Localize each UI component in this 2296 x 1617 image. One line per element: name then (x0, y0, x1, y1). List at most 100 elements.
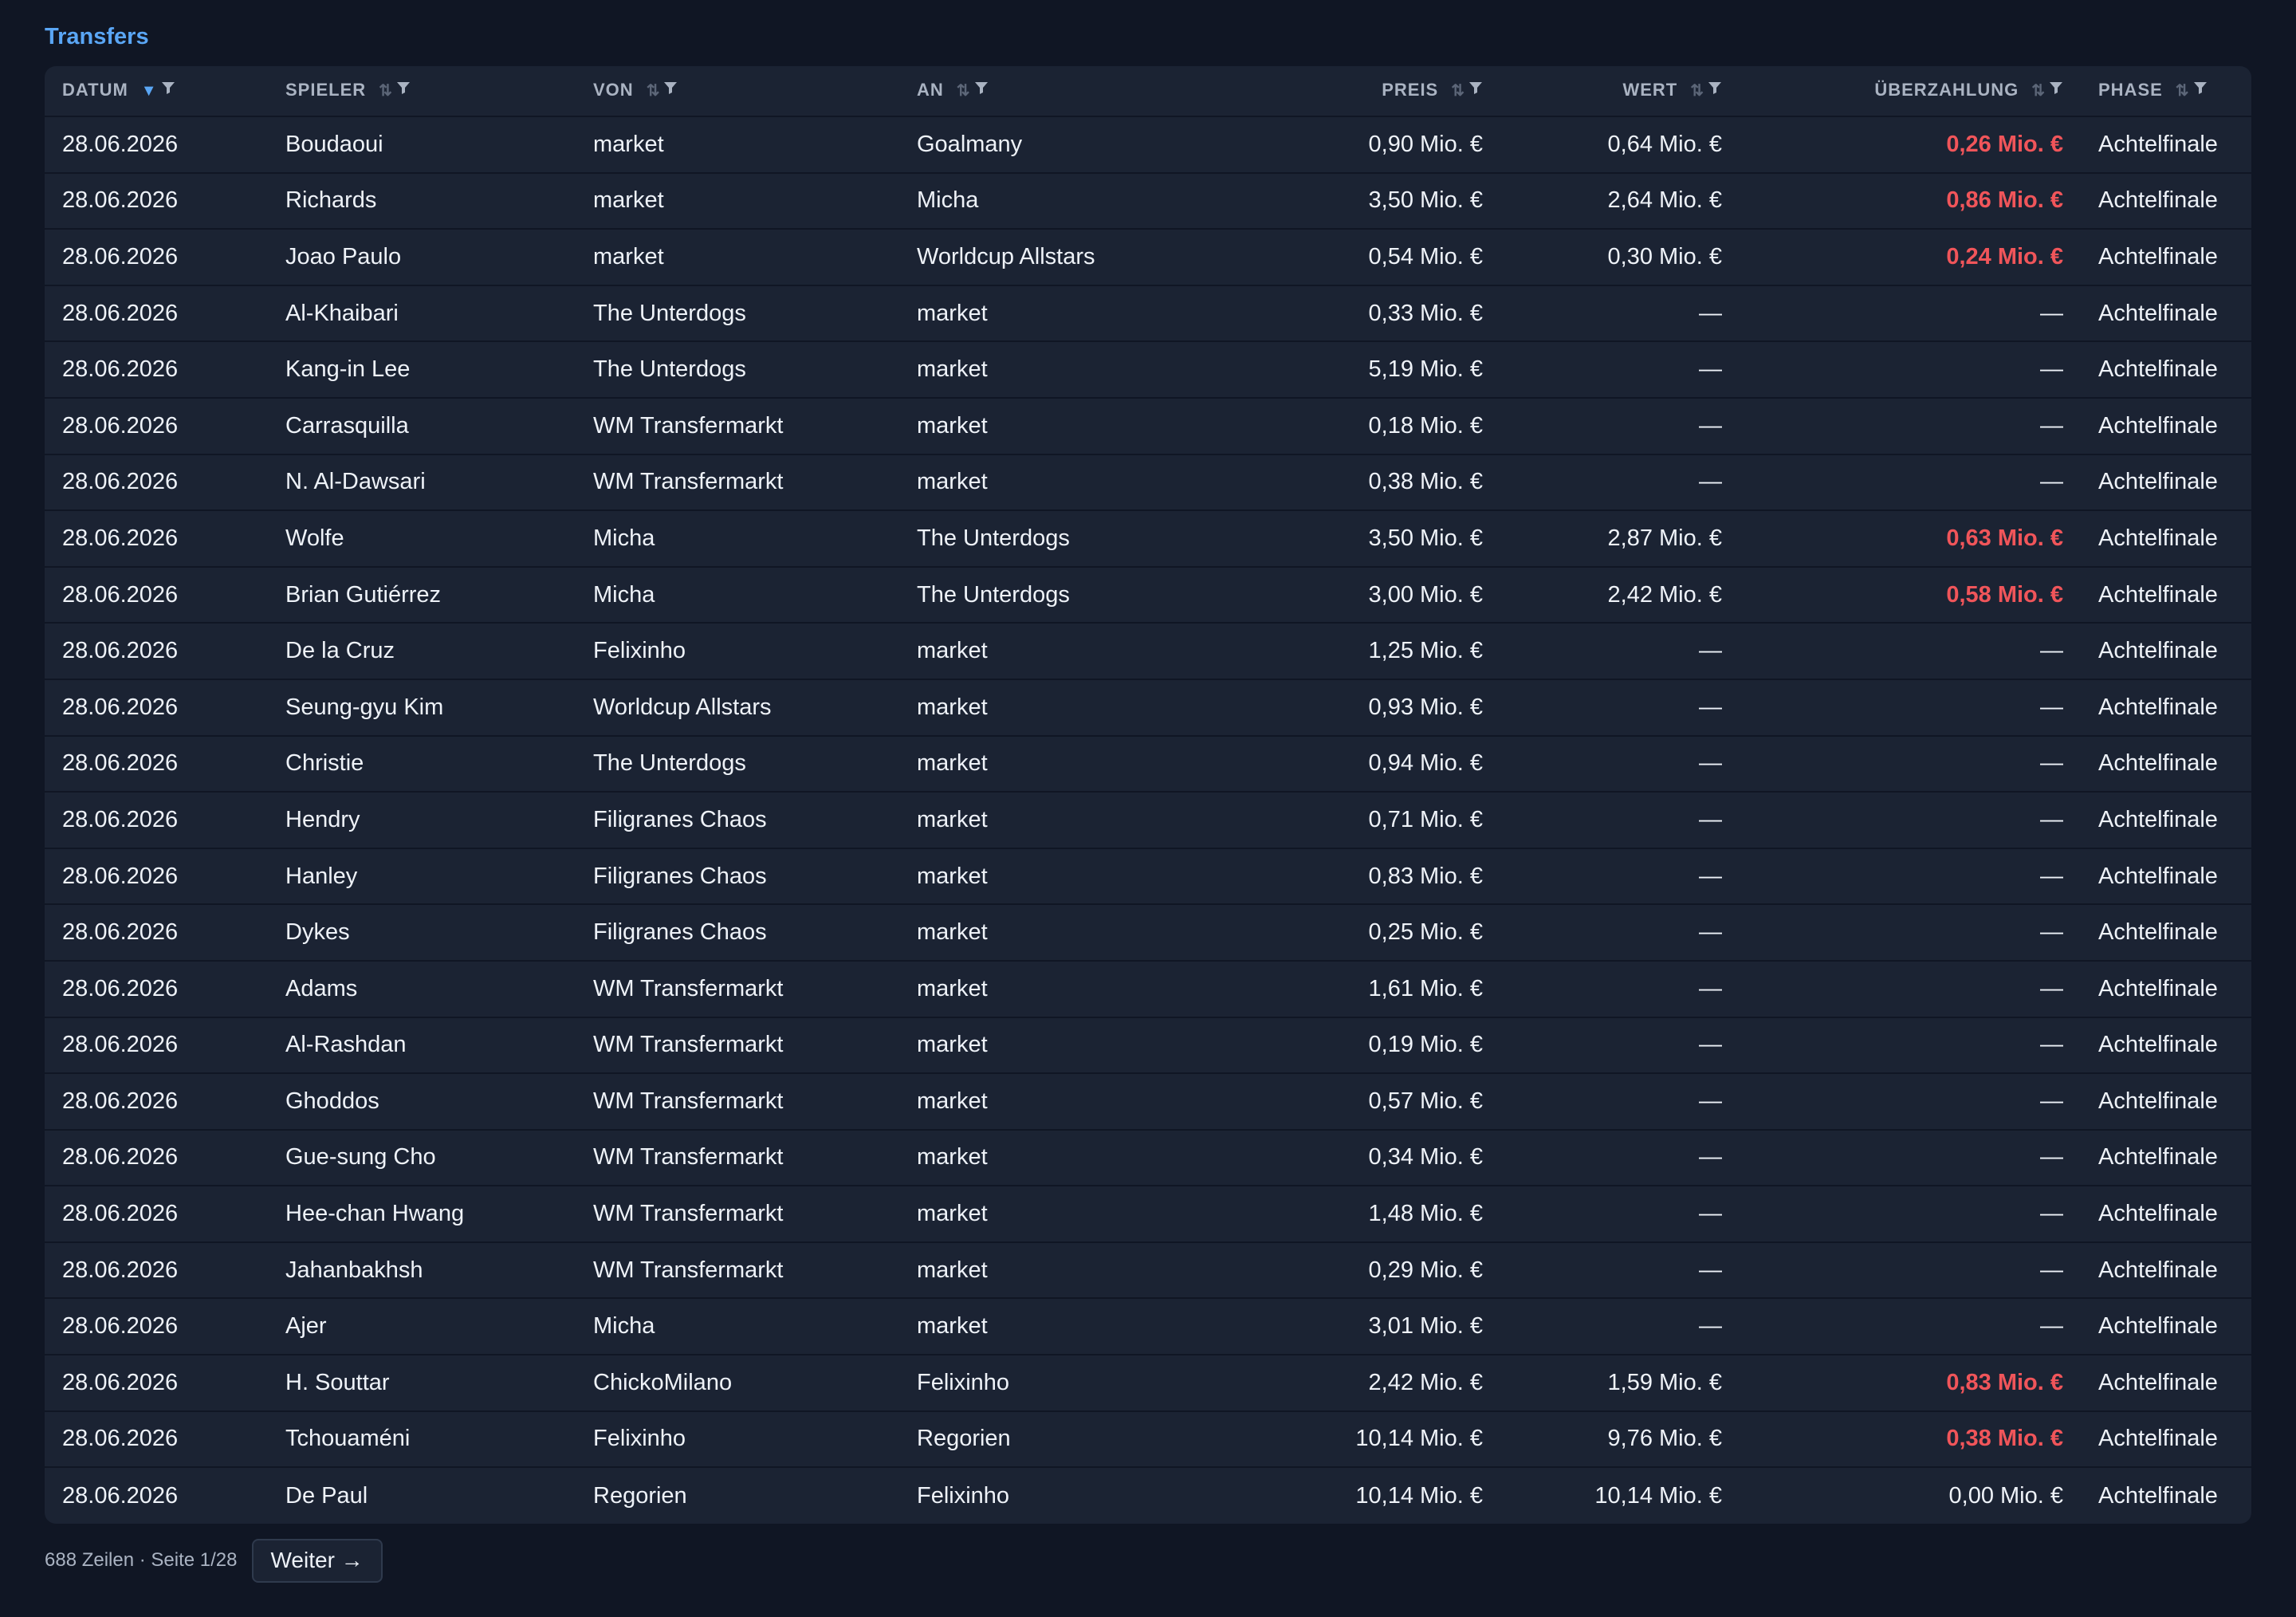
transfers-table: DATUM ▼ SPIELER ⇅ VON ⇅ AN ⇅ PREIS ⇅ WERT ⇅ ÜBERZAHL… (45, 66, 2251, 1524)
cell-spieler: Hanley (268, 847, 576, 905)
table-row[interactable]: 28.06.2026 Brian Gutiérrez Micha The Unterd… (45, 565, 2251, 624)
cell-von: The Unterdogs (576, 734, 899, 793)
column-header-label: PREIS (1382, 80, 1439, 100)
cell-preis: 2,42 Mio. € (1234, 1354, 1500, 1411)
cell-preis: 3,50 Mio. € (1234, 509, 1500, 567)
cell-spieler: Al-Rashdan (268, 1016, 576, 1074)
cell-phase: Achtelfinale (2081, 1241, 2251, 1299)
next-page-button[interactable]: Weiter → (251, 1538, 383, 1583)
cell-phase: Achtelfinale (2081, 847, 2251, 905)
table-row[interactable]: 28.06.2026 Wolfe Micha The Unterdogs 3,50 Mi… (45, 509, 2251, 567)
table-row[interactable]: 28.06.2026 Dykes Filigranes Chaos market 0,2… (45, 903, 2251, 961)
cell-von: market (576, 171, 899, 230)
cell-spieler: H. Souttar (268, 1354, 576, 1411)
table-row[interactable]: 28.06.2026 Hendry Filigranes Chaos market 0,… (45, 791, 2251, 848)
filter-icon[interactable] (974, 79, 989, 100)
column-header-preis[interactable]: PREIS ⇅ (1234, 66, 1500, 117)
column-header-ueberzahlung[interactable]: ÜBERZAHLUNG ⇅ (1740, 66, 2081, 117)
sort-both-icon[interactable]: ⇅ (2031, 82, 2046, 100)
column-header-von[interactable]: VON ⇅ (576, 66, 899, 117)
cell-spieler: Tchouaméni (268, 1410, 576, 1468)
filter-icon[interactable] (2049, 79, 2063, 100)
filter-icon[interactable] (1468, 79, 1483, 100)
cell-datum: 28.06.2026 (45, 284, 268, 342)
cell-von: WM Transfermarkt (576, 1185, 899, 1242)
cell-wert: 1,59 Mio. € (1500, 1354, 1740, 1411)
sort-both-icon[interactable]: ⇅ (1451, 82, 1465, 100)
table-row[interactable]: 28.06.2026 Boudaoui market Goalmany 0,90 Mio… (45, 116, 2251, 173)
column-header-phase[interactable]: PHASE ⇅ (2081, 66, 2251, 117)
cell-preis: 0,90 Mio. € (1368, 131, 1483, 157)
cell-wert: 0,64 Mio. € (1607, 131, 1722, 157)
cell-ueberzahlung: — (1740, 903, 2081, 961)
column-header-spieler[interactable]: SPIELER ⇅ (268, 66, 576, 117)
table-row[interactable]: 28.06.2026 Carrasquilla WM Transfermarkt ma… (45, 396, 2251, 454)
table-row[interactable]: 28.06.2026 Richards market Micha 3,50 Mio. €… (45, 171, 2251, 230)
table-row[interactable]: 28.06.2026 Gue-sung Cho WM Transfermarkt ma… (45, 1128, 2251, 1186)
cell-phase: Achtelfinale (2081, 791, 2251, 848)
filter-icon[interactable] (1708, 79, 1722, 100)
table-row[interactable]: 28.06.2026 N. Al-Dawsari WM Transfermarkt m… (45, 453, 2251, 511)
sort-both-icon[interactable]: ⇅ (647, 82, 661, 100)
sort-both-icon[interactable]: ⇅ (1690, 82, 1704, 100)
table-row[interactable]: 28.06.2026 H. Souttar ChickoMilano Felixinh… (45, 1354, 2251, 1411)
filter-icon[interactable] (161, 79, 175, 100)
cell-wert: 2,87 Mio. € (1500, 509, 1740, 567)
cell-spieler: Ghoddos (268, 1072, 576, 1130)
table-row[interactable]: 28.06.2026 Ghoddos WM Transfermarkt market 0… (45, 1072, 2251, 1130)
cell-an: The Unterdogs (899, 509, 1234, 567)
pagination-bar: 688 Zeilen · Seite 1/28 Weiter → (45, 1538, 2251, 1583)
table-row[interactable]: 28.06.2026 Kang-in Lee The Unterdogs market… (45, 340, 2251, 398)
table-row[interactable]: 28.06.2026 Christie The Unterdogs market 0,9… (45, 734, 2251, 793)
cell-datum: 28.06.2026 (45, 678, 268, 736)
cell-preis: 10,14 Mio. € (1234, 1466, 1500, 1524)
table-row[interactable]: 28.06.2026 Ajer Micha market 3,01 Mio. € — — Ac… (45, 1297, 2251, 1355)
column-header-wert[interactable]: WERT ⇅ (1500, 66, 1740, 117)
table-row[interactable]: 28.06.2026 Tchouaméni Felixinho Regorien 10,… (45, 1410, 2251, 1468)
cell-ueberzahlung: — (1740, 734, 2081, 793)
cell-spieler: Gue-sung Cho (268, 1128, 576, 1186)
cell-an: market (899, 1016, 1234, 1074)
sort-both-icon[interactable]: ⇅ (2176, 82, 2190, 100)
page-title: Transfers (45, 24, 149, 49)
table-row[interactable]: 28.06.2026 Joao Paulo market Worldcup Allst… (45, 228, 2251, 285)
cell-preis: 0,57 Mio. € (1234, 1072, 1500, 1130)
cell-spieler: N. Al-Dawsari (268, 453, 576, 511)
cell-datum: 28.06.2026 (62, 131, 179, 157)
table-row[interactable]: 28.06.2026 Al-Rashdan WM Transfermarkt mark… (45, 1016, 2251, 1074)
cell-spieler: Seung-gyu Kim (268, 678, 576, 736)
cell-von: Worldcup Allstars (576, 678, 899, 736)
cell-von: WM Transfermarkt (576, 453, 899, 511)
cell-wert: — (1500, 1072, 1740, 1130)
filter-icon[interactable] (396, 79, 411, 100)
cell-ueberzahlung: — (1740, 284, 2081, 342)
cell-phase: Achtelfinale (2081, 1016, 2251, 1074)
table-row[interactable]: 28.06.2026 De la Cruz Felixinho market 1,25 … (45, 622, 2251, 679)
cell-von: market (593, 131, 664, 157)
table-row[interactable]: 28.06.2026 Al-Khaibari The Unterdogs market… (45, 284, 2251, 342)
sort-desc-icon[interactable]: ▼ (141, 82, 158, 100)
sort-both-icon[interactable]: ⇅ (379, 82, 393, 100)
cell-spieler: Christie (268, 734, 576, 793)
sort-both-icon[interactable]: ⇅ (957, 82, 971, 100)
cell-ueberzahlung: — (1740, 959, 2081, 1017)
cell-an: Goalmany (917, 131, 1023, 157)
filter-icon[interactable] (663, 79, 678, 100)
column-header-an[interactable]: AN ⇅ (899, 66, 1234, 117)
table-row[interactable]: 28.06.2026 Seung-gyu Kim Worldcup Allstars… (45, 678, 2251, 736)
cell-spieler: De Paul (268, 1466, 576, 1524)
cell-datum: 28.06.2026 (45, 903, 268, 961)
table-row[interactable]: 28.06.2026 Hanley Filigranes Chaos market 0,… (45, 847, 2251, 905)
cell-von: Filigranes Chaos (576, 847, 899, 905)
cell-spieler: Richards (268, 171, 576, 230)
filter-icon[interactable] (2193, 79, 2208, 100)
column-header-datum[interactable]: DATUM ▼ (45, 66, 268, 117)
table-row[interactable]: 28.06.2026 Hee-chan Hwang WM Transfermarkt… (45, 1185, 2251, 1242)
table-row[interactable]: 28.06.2026 De Paul Regorien Felixinho 10,14 … (45, 1466, 2251, 1524)
cell-wert: — (1500, 1016, 1740, 1074)
cell-wert: 0,30 Mio. € (1500, 228, 1740, 285)
cell-an: market (899, 847, 1234, 905)
table-row[interactable]: 28.06.2026 Jahanbakhsh WM Transfermarkt mar… (45, 1241, 2251, 1299)
cell-datum: 28.06.2026 (45, 453, 268, 511)
table-row[interactable]: 28.06.2026 Adams WM Transfermarkt market 1,6… (45, 959, 2251, 1017)
